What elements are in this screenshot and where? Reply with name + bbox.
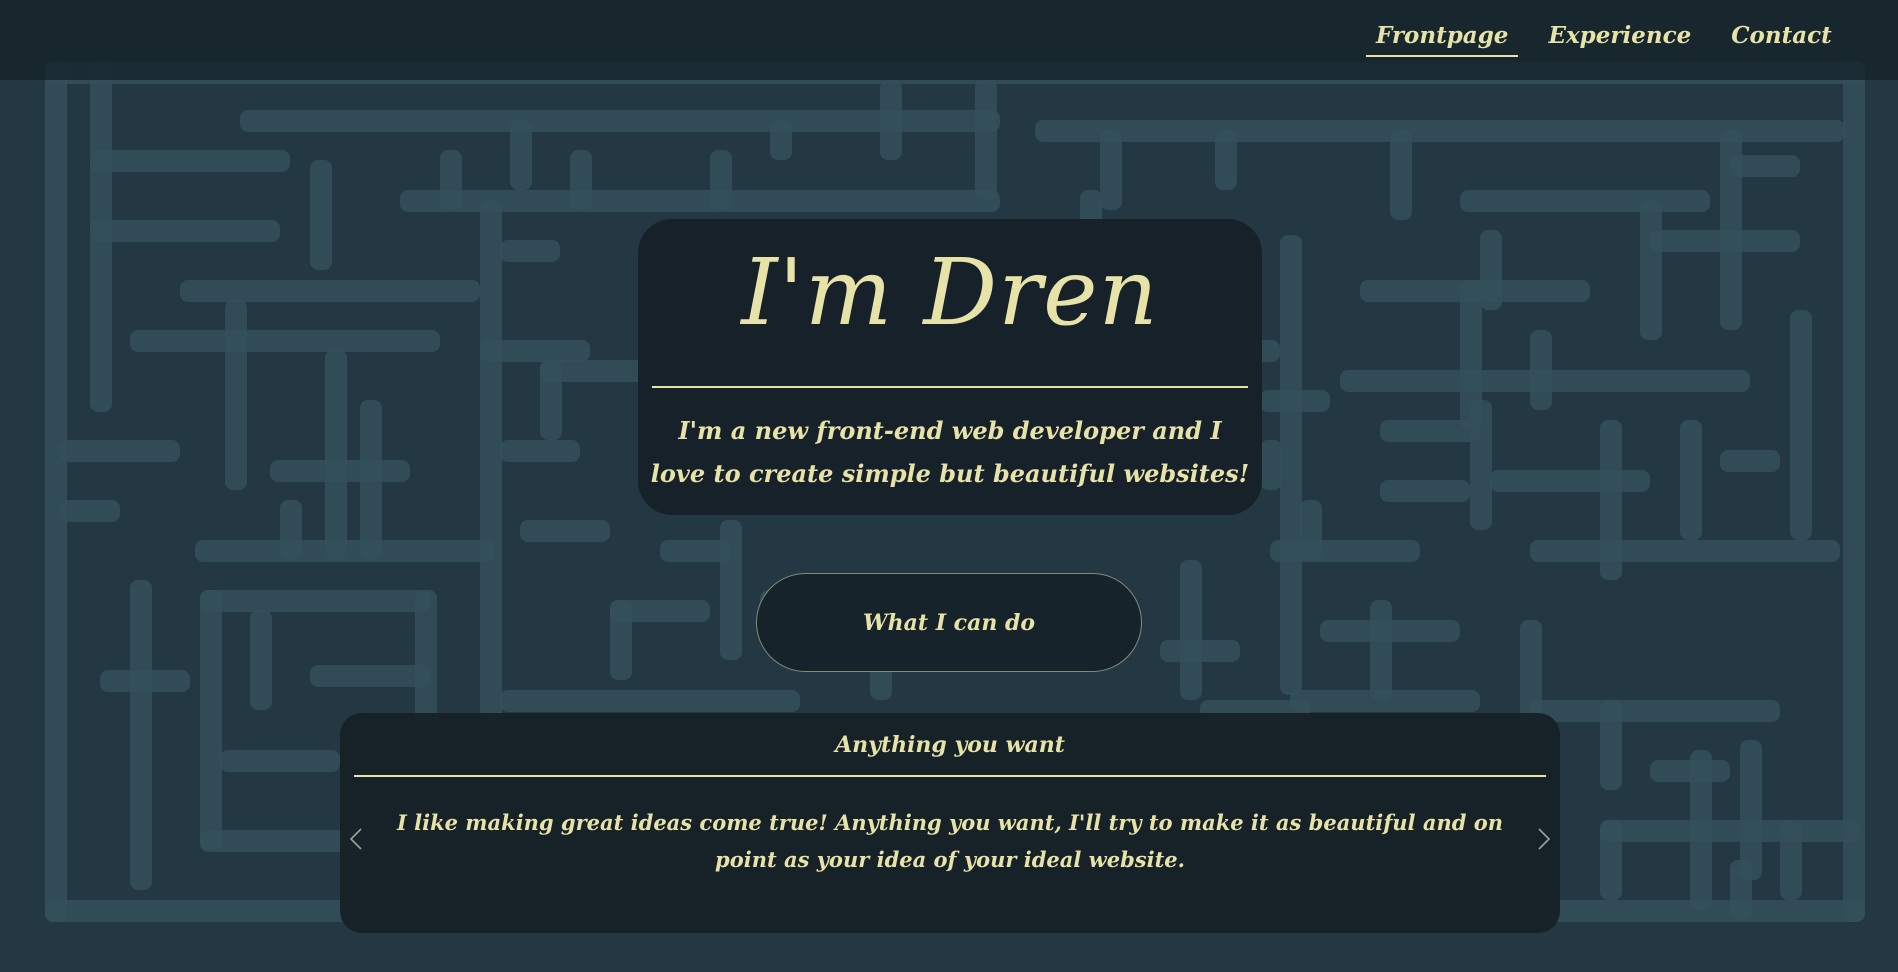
maze-wall bbox=[310, 665, 430, 687]
maze-wall bbox=[60, 440, 180, 462]
maze-wall bbox=[130, 330, 440, 352]
maze-wall bbox=[1530, 540, 1840, 562]
maze-wall bbox=[1260, 440, 1282, 490]
maze-wall bbox=[1370, 600, 1392, 700]
maze-wall bbox=[60, 500, 120, 522]
maze-wall bbox=[440, 150, 462, 210]
maze-wall bbox=[880, 80, 902, 160]
maze-wall bbox=[540, 360, 562, 440]
maze-wall bbox=[1650, 760, 1730, 782]
maze-wall bbox=[510, 120, 532, 190]
maze-wall bbox=[180, 280, 480, 302]
maze-wall bbox=[500, 240, 560, 262]
hero-subtitle: I'm a new front-end web developer and I … bbox=[650, 416, 1250, 488]
maze-wall bbox=[500, 690, 800, 712]
services-carousel: Anything you want I like making great id… bbox=[340, 713, 1560, 933]
maze-wall bbox=[770, 120, 792, 160]
chevron-left-icon bbox=[349, 828, 362, 850]
carousel-text: I like making great ideas come true! Any… bbox=[397, 810, 1503, 872]
maze-wall bbox=[1740, 740, 1762, 880]
maze-wall bbox=[1470, 400, 1492, 530]
nav-item-contact[interactable]: Contact bbox=[1721, 22, 1842, 57]
maze-wall bbox=[1160, 640, 1240, 662]
maze-wall bbox=[90, 220, 280, 242]
hero-divider bbox=[652, 386, 1248, 388]
maze-wall bbox=[1390, 130, 1412, 220]
maze-wall bbox=[1790, 310, 1812, 540]
maze-wall bbox=[1260, 390, 1330, 412]
maze-wall bbox=[1480, 230, 1502, 310]
hero-card: I'm Dren I'm a new front-end web develop… bbox=[638, 219, 1262, 515]
chevron-right-icon bbox=[1538, 828, 1551, 850]
maze-wall bbox=[195, 540, 495, 562]
maze-wall bbox=[310, 160, 332, 270]
maze-wall bbox=[1290, 690, 1480, 712]
maze-wall bbox=[200, 590, 222, 850]
maze-wall bbox=[1730, 860, 1752, 920]
maze-wall bbox=[1460, 190, 1710, 212]
maze-wall bbox=[480, 200, 502, 720]
maze-wall bbox=[250, 610, 272, 710]
maze-wall bbox=[270, 460, 410, 482]
maze-wall bbox=[1680, 420, 1702, 540]
maze-wall bbox=[500, 440, 580, 462]
maze-wall bbox=[1650, 230, 1800, 252]
maze-wall bbox=[1600, 820, 1860, 842]
maze-wall bbox=[1380, 480, 1470, 502]
maze-wall bbox=[1300, 500, 1322, 560]
maze-wall bbox=[130, 580, 152, 890]
maze-wall bbox=[1270, 540, 1420, 562]
maze-wall bbox=[1180, 560, 1202, 700]
maze-wall bbox=[90, 150, 290, 172]
maze-wall bbox=[570, 150, 592, 210]
maze-wall bbox=[1530, 700, 1780, 722]
maze-wall bbox=[720, 520, 742, 660]
maze-wall bbox=[1380, 420, 1480, 442]
maze-wall bbox=[45, 62, 67, 922]
what-i-can-do-button[interactable]: What I can do bbox=[756, 573, 1142, 672]
maze-wall bbox=[325, 350, 347, 560]
maze-wall bbox=[1280, 235, 1302, 695]
maze-wall bbox=[1720, 450, 1780, 472]
maze-wall bbox=[200, 590, 430, 612]
maze-wall bbox=[100, 670, 190, 692]
maze-wall bbox=[280, 500, 302, 560]
maze-wall bbox=[1843, 62, 1865, 922]
maze-wall bbox=[220, 750, 340, 772]
maze-wall bbox=[975, 80, 997, 200]
maze-wall bbox=[1100, 130, 1122, 210]
maze-wall bbox=[1600, 820, 1622, 900]
carousel-title: Anything you want bbox=[835, 732, 1065, 758]
maze-wall bbox=[1780, 820, 1802, 900]
maze-wall bbox=[1600, 700, 1622, 790]
maze-wall bbox=[1215, 130, 1237, 190]
maze-wall bbox=[520, 520, 610, 542]
maze-wall bbox=[710, 150, 732, 210]
maze-wall bbox=[1490, 470, 1650, 492]
nav-item-experience[interactable]: Experience bbox=[1538, 22, 1701, 57]
nav-item-frontpage[interactable]: Frontpage bbox=[1366, 22, 1519, 57]
maze-wall bbox=[1640, 200, 1662, 340]
maze-wall bbox=[1530, 330, 1552, 410]
carousel-prev-button[interactable] bbox=[342, 819, 370, 859]
hero-title: I'm Dren bbox=[741, 239, 1159, 346]
maze-wall bbox=[480, 340, 590, 362]
maze-wall bbox=[225, 300, 247, 490]
carousel-next-button[interactable] bbox=[1530, 819, 1558, 859]
maze-wall bbox=[610, 600, 710, 622]
nav-links: Frontpage Experience Contact bbox=[1366, 22, 1842, 57]
top-navbar: Frontpage Experience Contact bbox=[0, 0, 1898, 80]
maze-wall bbox=[1730, 155, 1800, 177]
maze-wall bbox=[360, 400, 382, 560]
carousel-divider bbox=[354, 775, 1546, 777]
